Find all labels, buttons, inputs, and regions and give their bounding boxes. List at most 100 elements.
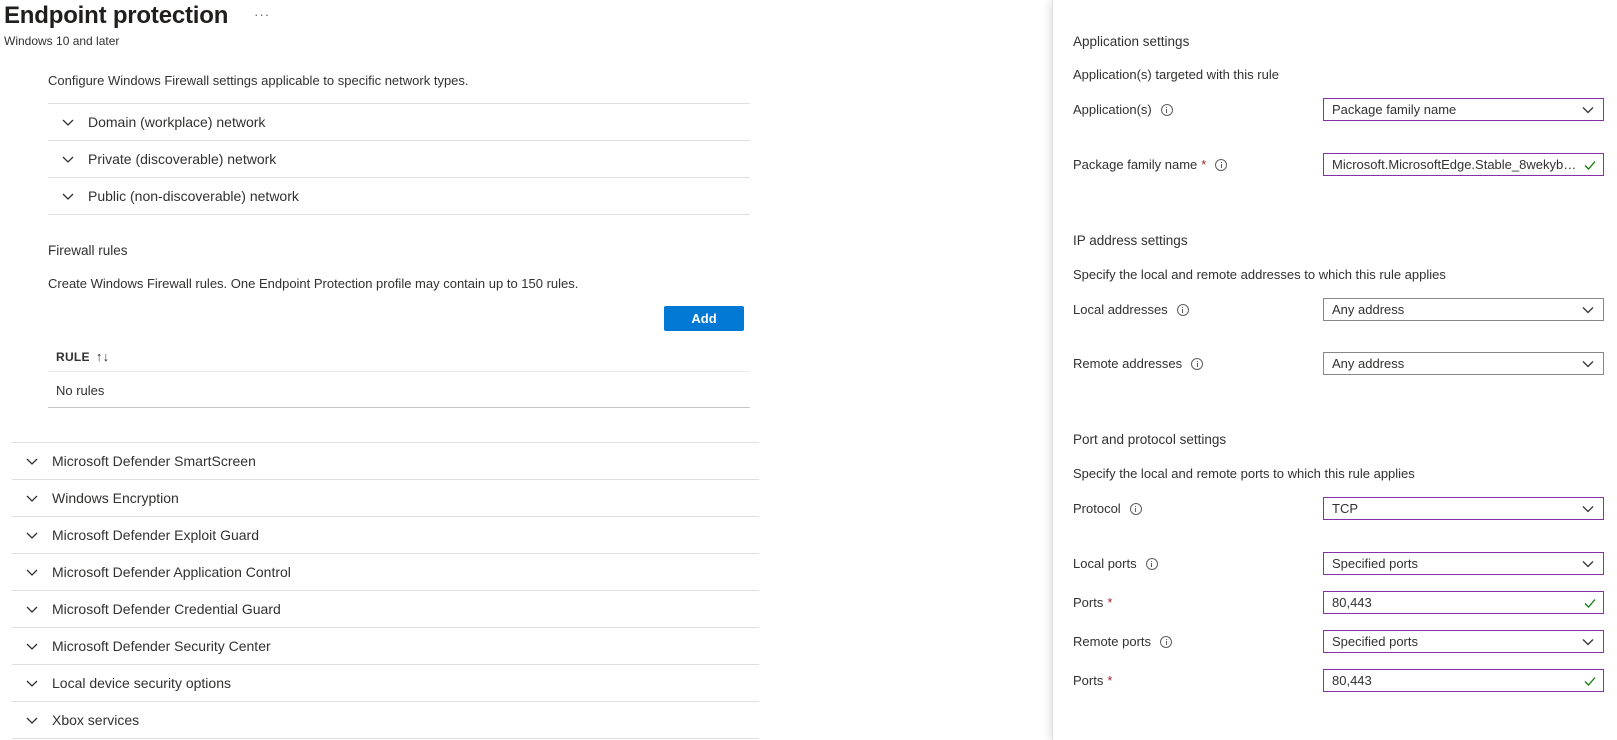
chevron-down-icon xyxy=(60,151,76,167)
page-title: Endpoint protection xyxy=(4,2,229,29)
chevron-down-icon xyxy=(60,114,76,130)
section-security-center[interactable]: Microsoft Defender Security Center xyxy=(12,628,759,665)
firewall-rules-description: Create Windows Firewall rules. One Endpo… xyxy=(48,276,579,291)
package-family-name-value: Microsoft.MicrosoftEdge.Stable_8wekyb3d8… xyxy=(1332,157,1577,172)
section-list: Microsoft Defender SmartScreen Windows E… xyxy=(12,442,759,739)
section-credential-guard[interactable]: Microsoft Defender Credential Guard xyxy=(12,591,759,628)
rule-settings-panel: Application settings Application(s) targ… xyxy=(1052,0,1617,740)
chevron-down-icon xyxy=(1573,498,1603,519)
section-label: Microsoft Defender Credential Guard xyxy=(52,601,281,617)
chevron-down-icon xyxy=(1573,299,1603,320)
local-ports-input-value: 80,443 xyxy=(1332,595,1372,610)
page-subtitle: Windows 10 and later xyxy=(4,34,120,48)
required-mark: * xyxy=(1107,673,1113,688)
remote-addresses-label-text: Remote addresses xyxy=(1073,356,1183,371)
port-settings-subheading: Specify the local and remote ports to wh… xyxy=(1073,466,1415,481)
checkmark-icon xyxy=(1577,154,1603,175)
chevron-down-icon xyxy=(24,453,40,469)
package-family-name-label-text: Package family name xyxy=(1073,157,1198,172)
package-family-name-label: Package family name * xyxy=(1073,157,1228,172)
ellipsis-icon[interactable]: ··· xyxy=(254,7,270,22)
ports-label-text: Ports xyxy=(1073,673,1104,688)
chevron-down-icon xyxy=(1573,353,1603,374)
local-ports-value-label: Ports * xyxy=(1073,595,1112,610)
remote-ports-value-label: Ports * xyxy=(1073,673,1112,688)
port-settings-heading: Port and protocol settings xyxy=(1073,432,1227,447)
remote-addresses-dropdown[interactable]: Any address xyxy=(1323,352,1604,375)
chevron-down-icon xyxy=(1573,99,1603,120)
section-label: Microsoft Defender Security Center xyxy=(52,638,271,654)
info-icon[interactable] xyxy=(1191,357,1204,370)
info-icon[interactable] xyxy=(1129,502,1142,515)
info-icon[interactable] xyxy=(1145,557,1158,570)
chevron-down-icon xyxy=(1573,553,1603,574)
section-label: Microsoft Defender Exploit Guard xyxy=(52,527,259,543)
applications-dropdown[interactable]: Package family name xyxy=(1323,98,1604,121)
chevron-down-icon xyxy=(24,675,40,691)
remote-ports-input[interactable]: 80,443 xyxy=(1323,669,1604,692)
checkmark-icon xyxy=(1577,592,1603,613)
main-pane: Endpoint protection ··· Windows 10 and l… xyxy=(0,0,1050,740)
section-label: Local device security options xyxy=(52,675,231,691)
section-exploit-guard[interactable]: Microsoft Defender Exploit Guard xyxy=(12,517,759,554)
remote-addresses-value: Any address xyxy=(1332,356,1405,371)
section-application-control[interactable]: Microsoft Defender Application Control xyxy=(12,554,759,591)
ip-settings-heading: IP address settings xyxy=(1073,233,1188,248)
section-encryption[interactable]: Windows Encryption xyxy=(12,480,759,517)
remote-addresses-label: Remote addresses xyxy=(1073,356,1204,371)
chevron-down-icon xyxy=(24,564,40,580)
required-mark: * xyxy=(1201,157,1207,172)
ip-settings-subheading: Specify the local and remote addresses t… xyxy=(1073,267,1446,282)
info-icon[interactable] xyxy=(1176,303,1189,316)
protocol-label: Protocol xyxy=(1073,501,1142,516)
section-smartscreen[interactable]: Microsoft Defender SmartScreen xyxy=(12,443,759,480)
network-list: Domain (workplace) network Private (disc… xyxy=(48,103,750,215)
protocol-dropdown[interactable]: TCP xyxy=(1323,497,1604,520)
local-ports-value: Specified ports xyxy=(1332,556,1418,571)
applications-label: Application(s) xyxy=(1073,102,1173,117)
chevron-down-icon xyxy=(24,527,40,543)
ports-label-text: Ports xyxy=(1073,595,1104,610)
local-addresses-label-text: Local addresses xyxy=(1073,302,1168,317)
section-label: Xbox services xyxy=(52,712,140,728)
rules-table-header: RULE ↑↓ xyxy=(48,342,750,372)
applications-label-text: Application(s) xyxy=(1073,102,1152,117)
applications-value: Package family name xyxy=(1332,102,1457,117)
local-addresses-label: Local addresses xyxy=(1073,302,1189,317)
local-ports-label-text: Local ports xyxy=(1073,556,1137,571)
empty-text: No rules xyxy=(56,382,105,398)
network-item-private[interactable]: Private (discoverable) network xyxy=(48,141,750,178)
required-mark: * xyxy=(1107,595,1113,610)
checkmark-icon xyxy=(1577,670,1603,691)
column-header-rule[interactable]: RULE xyxy=(56,350,90,364)
chevron-down-icon xyxy=(24,601,40,617)
add-rule-button[interactable]: Add xyxy=(664,306,744,331)
remote-ports-value: Specified ports xyxy=(1332,634,1418,649)
network-item-label: Public (non-discoverable) network xyxy=(88,188,299,204)
info-icon[interactable] xyxy=(1215,158,1228,171)
application-settings-subheading: Application(s) targeted with this rule xyxy=(1073,67,1279,82)
rules-empty-row: No rules xyxy=(48,373,750,408)
section-label: Microsoft Defender SmartScreen xyxy=(52,453,256,469)
firewall-rules-title: Firewall rules xyxy=(48,243,128,258)
local-ports-dropdown[interactable]: Specified ports xyxy=(1323,552,1604,575)
section-local-security-options[interactable]: Local device security options xyxy=(12,665,759,702)
sort-icon[interactable]: ↑↓ xyxy=(96,349,110,364)
section-label: Microsoft Defender Application Control xyxy=(52,564,291,580)
local-ports-input[interactable]: 80,443 xyxy=(1323,591,1604,614)
info-icon[interactable] xyxy=(1160,103,1173,116)
application-settings-heading: Application settings xyxy=(1073,34,1190,49)
local-addresses-value: Any address xyxy=(1332,302,1405,317)
title-row: Endpoint protection ··· xyxy=(4,2,270,30)
local-addresses-dropdown[interactable]: Any address xyxy=(1323,298,1604,321)
network-item-domain[interactable]: Domain (workplace) network xyxy=(48,104,750,141)
chevron-down-icon xyxy=(24,712,40,728)
remote-ports-dropdown[interactable]: Specified ports xyxy=(1323,630,1604,653)
protocol-label-text: Protocol xyxy=(1073,501,1121,516)
info-icon[interactable] xyxy=(1160,635,1173,648)
protocol-value: TCP xyxy=(1332,501,1358,516)
network-item-public[interactable]: Public (non-discoverable) network xyxy=(48,178,750,215)
package-family-name-input[interactable]: Microsoft.MicrosoftEdge.Stable_8wekyb3d8… xyxy=(1323,153,1604,176)
section-xbox-services[interactable]: Xbox services xyxy=(12,702,759,739)
chevron-down-icon xyxy=(24,490,40,506)
